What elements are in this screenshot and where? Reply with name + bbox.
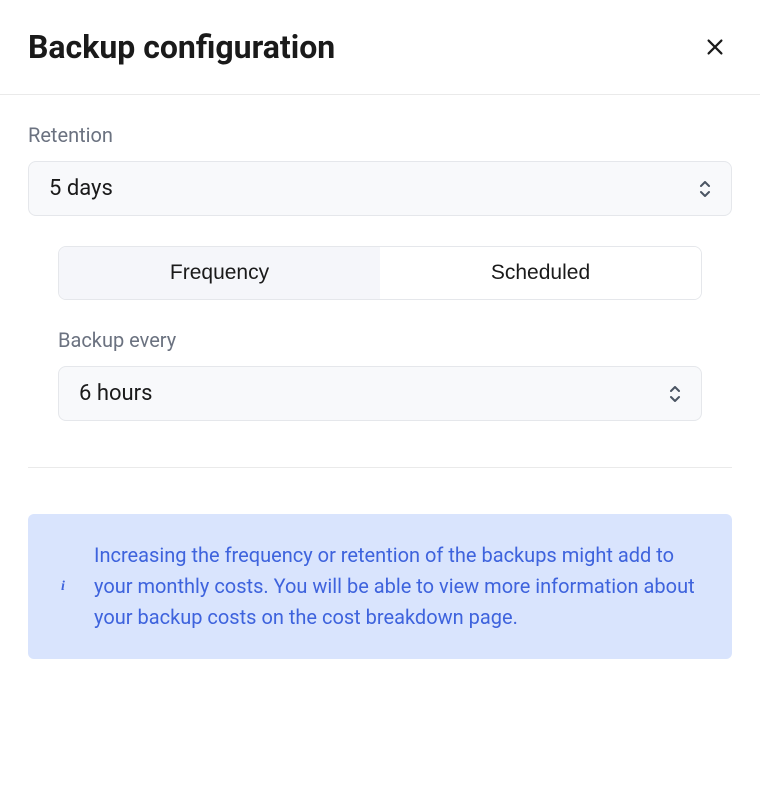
- close-button[interactable]: [698, 30, 732, 64]
- info-text: Increasing the frequency or retention of…: [94, 540, 706, 633]
- retention-select[interactable]: 5 days: [28, 161, 732, 216]
- tab-frequency[interactable]: Frequency: [59, 247, 380, 299]
- close-icon: [704, 36, 726, 58]
- backup-every-label: Backup every: [58, 328, 702, 352]
- dialog-header: Backup configuration: [0, 0, 760, 95]
- retention-value: 5 days: [49, 176, 113, 201]
- frequency-section: Frequency Scheduled Backup every 6 hours: [28, 216, 732, 421]
- dialog-content: Retention 5 days Frequency Scheduled Bac…: [0, 95, 760, 687]
- tab-scheduled[interactable]: Scheduled: [380, 247, 701, 299]
- chevrons-up-down-icon: [669, 386, 681, 402]
- info-icon: i: [54, 579, 72, 595]
- retention-label: Retention: [28, 123, 732, 147]
- schedule-mode-tabs: Frequency Scheduled: [58, 246, 702, 300]
- backup-every-select[interactable]: 6 hours: [58, 366, 702, 421]
- page-title: Backup configuration: [28, 28, 335, 66]
- info-callout: i Increasing the frequency or retention …: [28, 514, 732, 659]
- section-divider: [28, 467, 732, 468]
- backup-every-value: 6 hours: [79, 381, 152, 406]
- chevrons-up-down-icon: [699, 181, 711, 197]
